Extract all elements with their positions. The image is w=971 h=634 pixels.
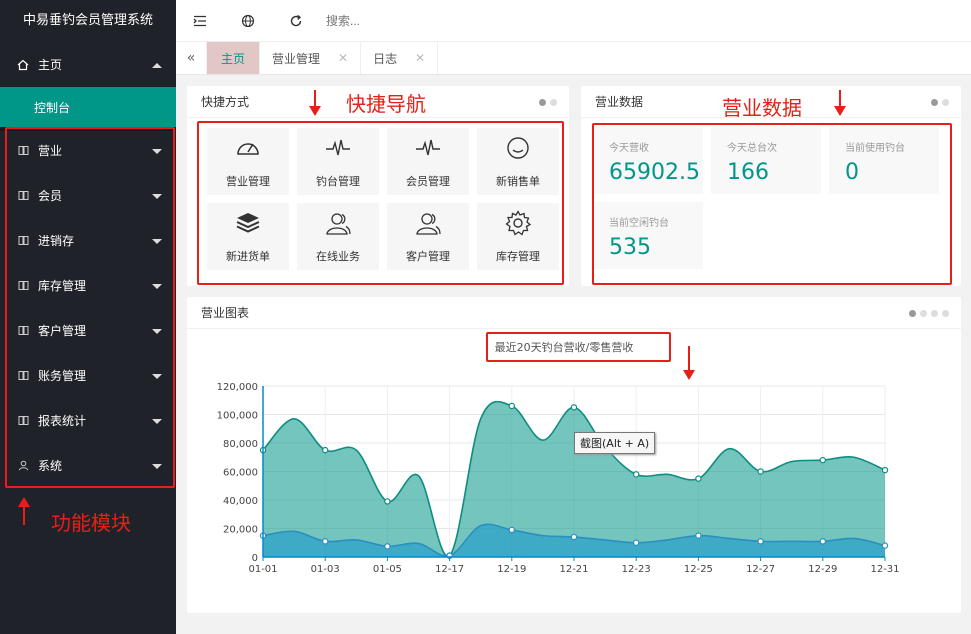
carousel-dots: [931, 99, 949, 106]
tab-home[interactable]: 主页: [207, 42, 261, 74]
annotation-frame-modules: [5, 127, 175, 488]
search-input[interactable]: [326, 13, 486, 28]
carousel-dots: [539, 99, 557, 106]
annotation-frame-quick: [197, 121, 564, 285]
annotation-quick: 快捷导航: [346, 92, 426, 116]
stats-card-title: 营业数据: [595, 95, 644, 109]
quick-card-title: 快捷方式: [201, 95, 250, 109]
globe-icon[interactable]: [224, 0, 272, 42]
sidebar-item-home[interactable]: 主页: [0, 42, 176, 87]
tab-business[interactable]: 营业管理 ✕: [260, 42, 362, 74]
annotation-arrow-icon: [309, 90, 321, 116]
header: [176, 0, 971, 42]
app-title: 中易垂钓会员管理系统: [22, 13, 153, 28]
close-icon[interactable]: ✕: [415, 51, 425, 65]
annotation-frame-chart-title: [486, 332, 671, 362]
annotation-arrow-icon: [18, 497, 30, 525]
chart-card-title: 营业图表: [201, 306, 250, 320]
annotation-arrow-icon: [683, 346, 695, 380]
sidebar-subitem-console[interactable]: 控制台: [0, 87, 176, 127]
annotation-arrow-icon: [834, 90, 846, 116]
sidebar-item-label: 主页: [38, 58, 63, 72]
tab-bar: « 主页 营业管理 ✕ 日志 ✕: [176, 42, 971, 75]
annotation-modules: 功能模块: [51, 511, 131, 535]
tabs-scroll-left-icon[interactable]: «: [176, 42, 207, 74]
close-icon[interactable]: ✕: [338, 51, 348, 65]
carousel-dots: [909, 310, 949, 317]
screenshot-tooltip: 截图(Alt + A): [574, 432, 656, 454]
refresh-icon[interactable]: [272, 0, 320, 42]
chevron-up-icon: [152, 62, 162, 68]
annotation-stats: 营业数据: [722, 96, 802, 120]
home-icon: [16, 58, 30, 72]
annotation-frame-stats: [592, 123, 952, 285]
tab-log[interactable]: 日志 ✕: [361, 42, 439, 74]
menu-toggle-icon[interactable]: [176, 0, 224, 42]
